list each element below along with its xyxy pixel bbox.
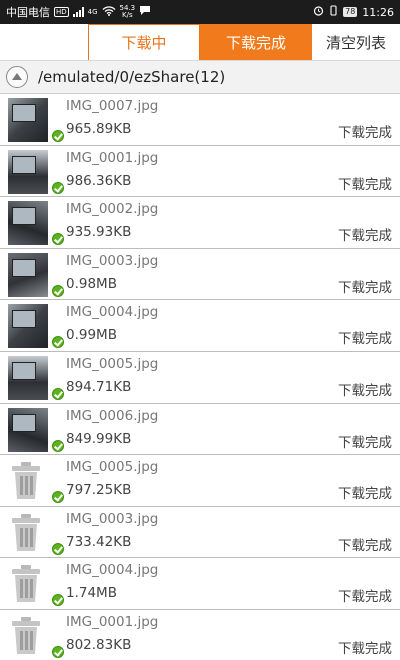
thumbnail-detail <box>12 258 36 277</box>
status-bar: 中国电信 HD 4G 54.3 K/s 78 11:26 <box>0 0 400 24</box>
up-arrow-icon[interactable] <box>6 66 28 88</box>
checkmark-icon <box>52 491 64 504</box>
network-type: 4G <box>87 8 98 16</box>
file-status: 下载完成 <box>338 176 392 193</box>
file-size: 0.99MB <box>66 327 117 344</box>
net-speed-unit: K/s <box>122 11 133 19</box>
file-row[interactable]: IMG_0005.jpg 797.25KB 下载完成 <box>0 455 400 507</box>
file-size: 849.99KB <box>66 430 132 447</box>
file-thumbnail <box>8 355 48 400</box>
file-status: 下载完成 <box>338 640 392 657</box>
file-name: IMG_0005.jpg <box>66 459 159 476</box>
checkmark-icon <box>52 181 64 194</box>
file-row[interactable]: IMG_0004.jpg 1.74MB 下载完成 <box>0 558 400 610</box>
file-status: 下载完成 <box>338 382 392 399</box>
file-status: 下载完成 <box>338 331 392 348</box>
tab-bar: 下载中 下载完成 清空列表 <box>0 24 400 60</box>
file-name: IMG_0001.jpg <box>66 613 159 630</box>
message-icon <box>139 5 151 19</box>
file-row[interactable]: IMG_0003.jpg 0.98MB 下载完成 <box>0 248 400 301</box>
file-size: 802.83KB <box>66 636 132 653</box>
file-size: 935.93KB <box>66 224 132 241</box>
signal-icon <box>72 7 84 17</box>
thumbnail-detail <box>12 361 36 380</box>
checkmark-icon <box>52 542 64 555</box>
file-size: 797.25KB <box>66 482 132 499</box>
file-thumbnail <box>8 407 48 452</box>
checkmark-icon <box>52 594 64 607</box>
thumbnail-detail <box>12 155 36 174</box>
path-bar: /emulated/0/ezShare(12) <box>0 60 400 94</box>
file-row[interactable]: IMG_0004.jpg 0.99MB 下载完成 <box>0 300 400 352</box>
file-size: 1.74MB <box>66 585 117 602</box>
file-size: 894.71KB <box>66 378 132 395</box>
trash-icon <box>10 461 42 501</box>
file-thumbnail <box>8 201 48 246</box>
file-row[interactable]: IMG_0001.jpg 986.36KB 下载完成 <box>0 145 400 198</box>
checkmark-icon <box>52 130 64 142</box>
file-thumbnail <box>8 252 48 297</box>
file-size: 986.36KB <box>66 172 132 189</box>
file-row[interactable]: IMG_0007.jpg 965.89KB 下载完成 <box>0 94 400 146</box>
file-status: 下载完成 <box>338 228 392 245</box>
battery-level: 78 <box>343 7 358 17</box>
file-row[interactable]: IMG_0001.jpg 802.83KB 下载完成 <box>0 609 400 660</box>
clear-list-button[interactable]: 清空列表 <box>312 24 400 60</box>
status-left: 中国电信 HD 4G 54.3 K/s <box>6 4 151 20</box>
file-name: IMG_0004.jpg <box>66 304 159 321</box>
file-status: 下载完成 <box>338 537 392 554</box>
file-name: IMG_0002.jpg <box>66 201 159 218</box>
file-row[interactable]: IMG_0006.jpg 849.99KB 下载完成 <box>0 403 400 456</box>
tab-downloading[interactable]: 下载中 <box>88 24 200 60</box>
status-right: 78 11:26 <box>313 5 394 19</box>
file-size: 733.42KB <box>66 533 132 550</box>
checkmark-icon <box>52 439 64 452</box>
file-list: IMG_0007.jpg 965.89KB 下载完成 IMG_0001.jpg 986.… <box>0 94 400 660</box>
checkmark-icon <box>52 336 64 349</box>
file-row[interactable]: IMG_0005.jpg 894.71KB 下载完成 <box>0 351 400 404</box>
alarm-icon <box>313 5 324 19</box>
checkmark-icon <box>52 645 64 658</box>
file-status: 下载完成 <box>338 125 392 141</box>
checkmark-icon <box>52 387 64 400</box>
tab-download-complete[interactable]: 下载完成 <box>200 24 312 60</box>
clock: 11:26 <box>362 5 394 19</box>
file-size: 0.98MB <box>66 275 117 292</box>
file-row[interactable]: IMG_0003.jpg 733.42KB 下载完成 <box>0 506 400 559</box>
vibrate-icon <box>329 5 338 19</box>
file-size: 965.89KB <box>66 121 132 137</box>
file-thumbnail <box>8 149 48 194</box>
file-name: IMG_0004.jpg <box>66 562 159 579</box>
thumbnail-detail <box>12 310 36 329</box>
file-name: IMG_0003.jpg <box>66 252 159 269</box>
thumbnail-detail <box>12 413 36 432</box>
file-thumbnail <box>8 304 48 349</box>
thumbnail-detail <box>12 207 36 226</box>
carrier-label: 中国电信 <box>6 6 50 19</box>
file-name: IMG_0007.jpg <box>66 98 159 114</box>
file-status: 下载完成 <box>338 434 392 451</box>
trash-icon <box>10 513 42 553</box>
wifi-icon <box>102 5 116 19</box>
checkmark-icon <box>52 284 64 297</box>
file-name: IMG_0006.jpg <box>66 407 159 424</box>
checkmark-icon <box>52 233 64 246</box>
file-status: 下载完成 <box>338 486 392 503</box>
file-status: 下载完成 <box>338 589 392 606</box>
file-name: IMG_0001.jpg <box>66 149 159 166</box>
file-row[interactable]: IMG_0002.jpg 935.93KB 下载完成 <box>0 197 400 249</box>
hd-badge: HD <box>54 7 69 17</box>
file-status: 下载完成 <box>338 279 392 296</box>
trash-icon <box>10 564 42 604</box>
file-name: IMG_0003.jpg <box>66 510 159 527</box>
current-path: /emulated/0/ezShare(12) <box>38 68 226 86</box>
net-speed: 54.3 K/s <box>120 5 136 19</box>
thumbnail-detail <box>12 104 36 122</box>
file-name: IMG_0005.jpg <box>66 355 159 372</box>
trash-icon <box>10 616 42 656</box>
file-thumbnail <box>8 98 48 142</box>
